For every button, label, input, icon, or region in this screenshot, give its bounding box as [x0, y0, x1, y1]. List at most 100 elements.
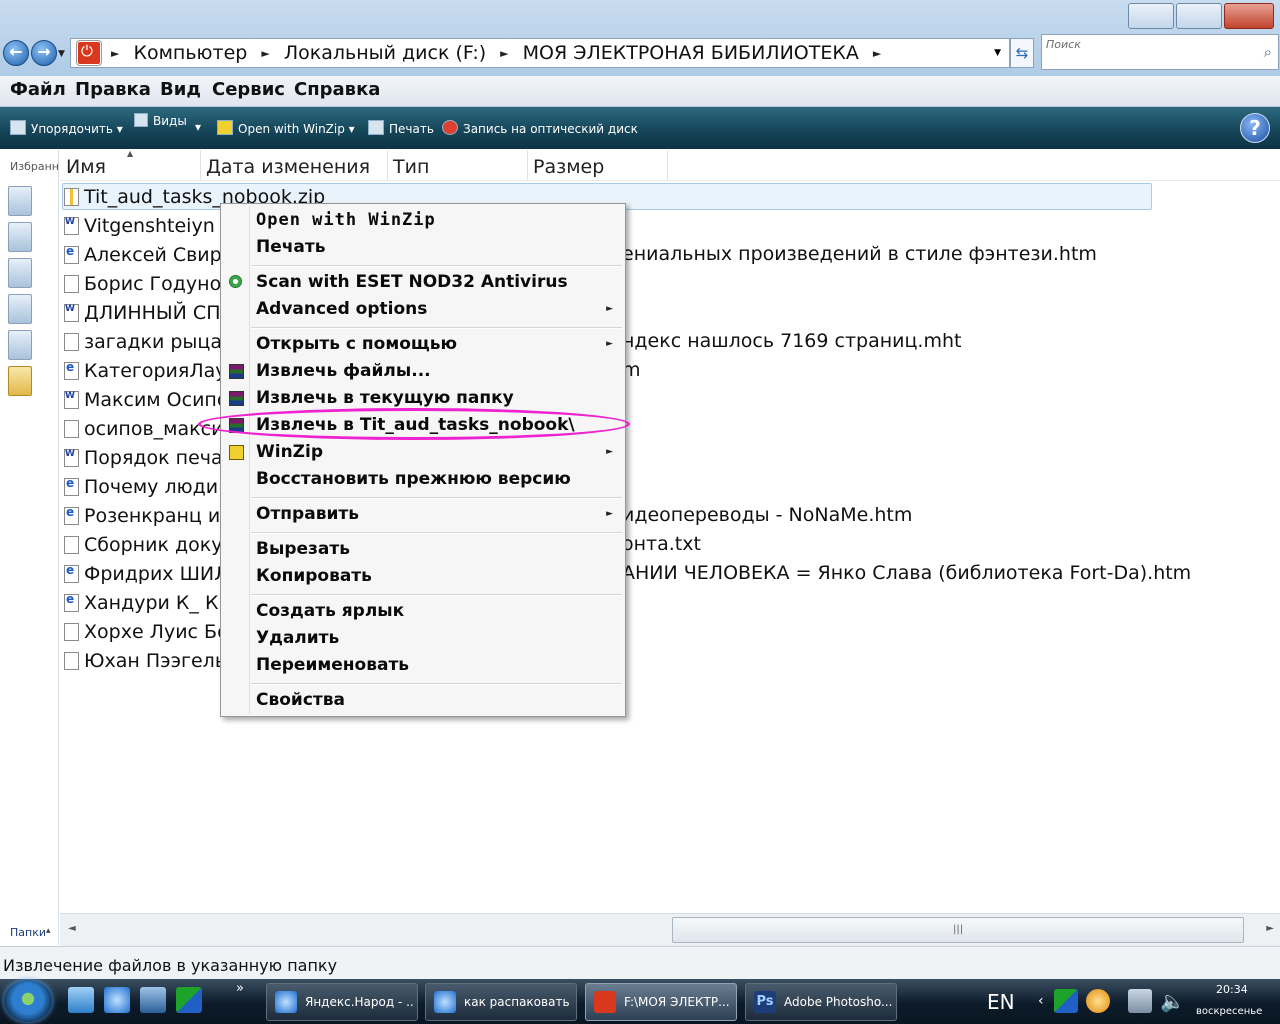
ctx-winzip[interactable]: WinZip — [256, 442, 323, 462]
folder-icon[interactable] — [8, 366, 32, 396]
internet-explorer-icon[interactable] — [104, 987, 130, 1013]
file-name[interactable]: КатегорияЛаур — [84, 360, 239, 382]
ctx-extract-here[interactable]: Извлечь в текущую папку — [256, 388, 514, 408]
file-row[interactable]: осипов_макси — [64, 416, 223, 442]
show-desktop-icon[interactable] — [140, 987, 166, 1013]
quicklaunch-more-icon[interactable]: » — [236, 981, 244, 996]
clock-day[interactable]: воскресенье — [1196, 1006, 1262, 1017]
file-name[interactable]: Vitgenshteiyn L. — [84, 215, 237, 237]
file-row[interactable]: Почему люди ч — [64, 474, 235, 500]
ctx-send-to[interactable]: Отправить — [256, 504, 359, 524]
file-row[interactable]: Фридрих ШИЛЛ — [64, 561, 243, 587]
minimize-button[interactable] — [1128, 3, 1174, 29]
ctx-rename[interactable]: Переименовать — [256, 655, 409, 675]
back-button[interactable] — [3, 40, 29, 66]
ctx-open-winzip[interactable]: Open with WinZip — [256, 210, 436, 230]
file-row[interactable]: Борис Годунов — [64, 271, 232, 297]
breadcrumb-separator-icon[interactable]: ► — [111, 47, 119, 60]
folders-toggle[interactable]: Папки — [10, 926, 46, 939]
file-row[interactable]: КатегорияЛаур — [64, 358, 239, 384]
file-name[interactable]: Борис Годунов — [84, 273, 232, 295]
column-size[interactable]: Размер — [533, 156, 604, 178]
ctx-advanced-options[interactable]: Advanced options — [256, 299, 427, 319]
breadcrumb-drive[interactable]: Локальный диск (F:) — [284, 42, 486, 64]
column-divider[interactable] — [200, 150, 201, 180]
file-name[interactable]: Хандури К_ Кру — [84, 592, 242, 614]
file-name[interactable]: ДЛИННЫЙ СПИ — [84, 302, 235, 324]
ctx-print[interactable]: Печать — [256, 237, 326, 257]
help-icon[interactable]: ? — [1240, 113, 1270, 143]
public-icon[interactable] — [8, 330, 32, 360]
breadcrumb-separator-icon[interactable]: ► — [873, 47, 881, 60]
column-divider[interactable] — [387, 150, 388, 180]
refresh-button[interactable]: ⇆ — [1010, 38, 1034, 68]
ctx-open-with[interactable]: Открыть с помощью — [256, 334, 457, 354]
ctx-copy[interactable]: Копировать — [256, 566, 372, 586]
breadcrumb-folder[interactable]: МОЯ ЭЛЕКТРОНАЯ БИБИЛИОТЕКА — [523, 42, 859, 64]
menu-edit[interactable]: Правка — [75, 79, 151, 100]
ctx-delete[interactable]: Удалить — [256, 628, 339, 648]
quicklaunch-app-icon[interactable] — [176, 987, 202, 1013]
task-photoshop[interactable]: Ps Adobe Photosho... — [745, 983, 897, 1021]
tray-update-icon[interactable] — [1086, 989, 1110, 1013]
address-dropdown-icon[interactable]: ▼ — [994, 48, 1001, 58]
ctx-create-shortcut[interactable]: Создать ярлык — [256, 601, 404, 621]
print-button[interactable]: Печать — [368, 120, 434, 136]
file-row[interactable]: Алексей Свири — [64, 242, 234, 268]
ctx-extract-files[interactable]: Извлечь файлы... — [256, 361, 431, 381]
burn-button[interactable]: Запись на оптический диск — [442, 120, 638, 136]
file-name[interactable]: Сборник докум — [84, 534, 237, 556]
file-row[interactable]: Порядок печат — [64, 445, 234, 471]
close-button[interactable] — [1224, 3, 1274, 29]
breadcrumb-computer[interactable]: Компьютер — [133, 42, 247, 64]
ctx-properties[interactable]: Свойства — [256, 690, 345, 710]
recent-pages-dropdown[interactable]: ▼ — [58, 49, 65, 59]
tray-app-icon[interactable] — [1054, 989, 1078, 1013]
start-button[interactable] — [4, 980, 52, 1022]
file-row[interactable]: загадки рыцаро — [64, 329, 246, 355]
scroll-thumb[interactable]: ||| — [672, 917, 1244, 943]
views-button[interactable]: Виды — [134, 113, 187, 128]
language-indicator[interactable]: EN — [987, 990, 1015, 1014]
file-name[interactable]: Алексей Свири — [84, 244, 234, 266]
forward-button[interactable] — [31, 40, 57, 66]
file-row[interactable]: Хандури К_ Кру — [64, 590, 242, 616]
scroll-left-icon[interactable]: ◄ — [68, 923, 76, 934]
horizontal-scrollbar[interactable]: ◄ ||| ► — [60, 913, 1280, 946]
column-divider[interactable] — [527, 150, 528, 180]
pictures-icon[interactable] — [8, 222, 32, 252]
menu-tools[interactable]: Сервис — [212, 79, 285, 100]
maximize-button[interactable] — [1176, 3, 1222, 29]
file-name[interactable]: Фридрих ШИЛЛ — [84, 563, 243, 585]
ctx-scan-eset[interactable]: Scan with ESET NOD32 Antivirus — [256, 272, 568, 292]
ctx-restore-previous[interactable]: Восстановить прежнюю версию — [256, 469, 571, 489]
clock-time[interactable]: 20:34 — [1216, 983, 1248, 996]
views-dropdown[interactable]: ▾ — [195, 120, 201, 134]
music-icon[interactable] — [8, 258, 32, 288]
documents-icon[interactable] — [8, 186, 32, 216]
column-type[interactable]: Тип — [393, 156, 429, 178]
breadcrumb-separator-icon[interactable]: ► — [261, 47, 269, 60]
breadcrumb-separator-icon[interactable]: ► — [500, 47, 508, 60]
organize-button[interactable]: Упорядочить ▾ — [10, 120, 123, 136]
file-row[interactable]: Розенкранц и Г — [64, 503, 238, 529]
open-winzip-button[interactable]: Open with WinZip ▾ — [217, 120, 355, 136]
file-name[interactable]: Порядок печат — [84, 447, 234, 469]
column-date[interactable]: Дата изменения — [206, 156, 370, 178]
file-row[interactable]: Vitgenshteiyn L. — [64, 213, 237, 239]
file-name[interactable]: Хорхе Луис Бор — [84, 621, 241, 643]
column-name[interactable]: Имя — [66, 156, 106, 178]
task-explorer-window[interactable]: F:\МОЯ ЭЛЕКТР... — [585, 983, 737, 1021]
scroll-right-icon[interactable]: ► — [1266, 923, 1274, 934]
menu-help[interactable]: Справка — [294, 79, 380, 100]
quicklaunch-network-icon[interactable] — [68, 987, 94, 1013]
task-yandex[interactable]: Яндекс.Народ - ... — [266, 983, 418, 1021]
file-name[interactable]: Максим Осипо — [84, 389, 228, 411]
ctx-cut[interactable]: Вырезать — [256, 539, 350, 559]
volume-icon[interactable]: 🔈 — [1160, 989, 1185, 1013]
address-bar[interactable]: ► Компьютер ► Локальный диск (F:) ► МОЯ … — [70, 38, 1010, 68]
file-name[interactable]: Розенкранц и Г — [84, 505, 238, 527]
task-how-to-unpack[interactable]: как распаковать ... — [425, 983, 577, 1021]
menu-file[interactable]: Файл — [10, 79, 66, 100]
file-row[interactable]: ДЛИННЫЙ СПИ — [64, 300, 235, 326]
